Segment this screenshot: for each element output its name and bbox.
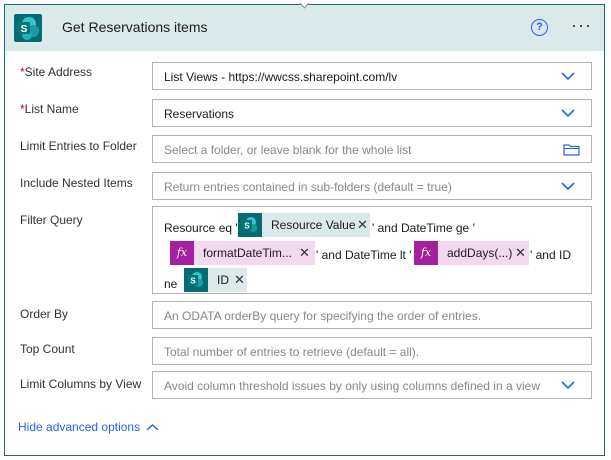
- top-count-placeholder: Total number of entries to retrieve (def…: [164, 345, 420, 359]
- nested-items-label: Include Nested Items: [20, 176, 133, 190]
- filter-text: ' and ID: [530, 248, 571, 262]
- order-by-label: Order By: [20, 307, 69, 321]
- dynamic-token-id[interactable]: S ID ✕: [184, 268, 247, 292]
- limit-columns-label: Limit Columns by View: [20, 377, 142, 391]
- hide-advanced-options-link[interactable]: Hide advanced options: [18, 420, 159, 434]
- list-name-dropdown[interactable]: Reservations: [152, 99, 592, 127]
- sharepoint-icon: S: [184, 268, 208, 292]
- filter-text: ' and DateTime ge ': [372, 221, 475, 235]
- limit-columns-placeholder: Avoid column threshold issues by only us…: [164, 379, 540, 393]
- token-label: ID: [217, 273, 229, 287]
- limit-folder-label: Limit Entries to Folder: [20, 139, 137, 153]
- chevron-up-icon: [146, 424, 159, 431]
- remove-token-icon[interactable]: ✕: [515, 245, 526, 261]
- limit-folder-input[interactable]: Select a folder, or leave blank for the …: [152, 135, 592, 163]
- site-address-value: List Views - https://wwcss.sharepoint.co…: [164, 70, 398, 84]
- help-circle-icon[interactable]: ?: [531, 19, 548, 36]
- svg-text:S: S: [21, 24, 28, 35]
- fx-icon: fx: [170, 241, 194, 265]
- filter-query-label: Filter Query: [20, 213, 83, 227]
- svg-text:S: S: [190, 277, 196, 286]
- remove-token-icon[interactable]: ✕: [357, 217, 368, 233]
- fx-icon: fx: [414, 241, 438, 265]
- top-count-input[interactable]: Total number of entries to retrieve (def…: [152, 337, 592, 365]
- remove-token-icon[interactable]: ✕: [234, 272, 245, 288]
- card-header[interactable]: S Get Reservations items ? ···: [5, 5, 604, 51]
- token-label: Resource Value: [271, 218, 356, 232]
- nested-items-placeholder: Return entries contained in sub-folders …: [164, 180, 452, 194]
- chevron-down-icon: [561, 72, 575, 81]
- list-name-value: Reservations: [164, 107, 235, 121]
- limit-folder-placeholder: Select a folder, or leave blank for the …: [164, 143, 412, 157]
- token-label: formatDateTim...: [203, 246, 292, 260]
- filter-text: ' and DateTime lt ': [316, 248, 412, 262]
- top-count-label: Top Count: [20, 342, 75, 356]
- site-address-label: *Site Address: [20, 65, 93, 79]
- filter-query-input[interactable]: Resource eq ' S Resource Value ✕ ' and D…: [152, 206, 592, 294]
- folder-icon[interactable]: [563, 143, 580, 156]
- site-address-dropdown[interactable]: List Views - https://wwcss.sharepoint.co…: [152, 62, 592, 90]
- list-name-label: *List Name: [20, 102, 79, 116]
- action-title: Get Reservations items: [62, 19, 208, 35]
- filter-text: ne: [164, 277, 178, 291]
- order-by-input[interactable]: An ODATA orderBy query for specifying th…: [152, 301, 592, 329]
- token-label: addDays(...): [447, 246, 513, 260]
- expression-token-formatdatetime[interactable]: fx formatDateTim... ✕: [170, 241, 315, 265]
- chevron-down-icon: [561, 381, 575, 390]
- expression-token-adddays[interactable]: fx addDays(...) ✕: [414, 241, 529, 265]
- action-card: S Get Reservations items ? ··· *Site Add…: [4, 4, 605, 456]
- chevron-down-icon: [561, 182, 575, 191]
- filter-text: Resource eq ': [164, 221, 238, 235]
- order-by-placeholder: An ODATA orderBy query for specifying th…: [164, 309, 482, 323]
- chevron-down-icon: [561, 109, 575, 118]
- limit-columns-dropdown[interactable]: Avoid column threshold issues by only us…: [152, 371, 592, 399]
- hide-advanced-label: Hide advanced options: [18, 420, 141, 434]
- dynamic-token-resource-value[interactable]: S Resource Value ✕: [238, 213, 370, 237]
- nested-items-dropdown[interactable]: Return entries contained in sub-folders …: [152, 172, 592, 200]
- sharepoint-logo-icon: S: [14, 14, 42, 42]
- svg-text:S: S: [244, 222, 250, 231]
- remove-token-icon[interactable]: ✕: [299, 245, 310, 261]
- sharepoint-icon: S: [238, 213, 262, 237]
- more-options-icon[interactable]: ···: [571, 15, 592, 36]
